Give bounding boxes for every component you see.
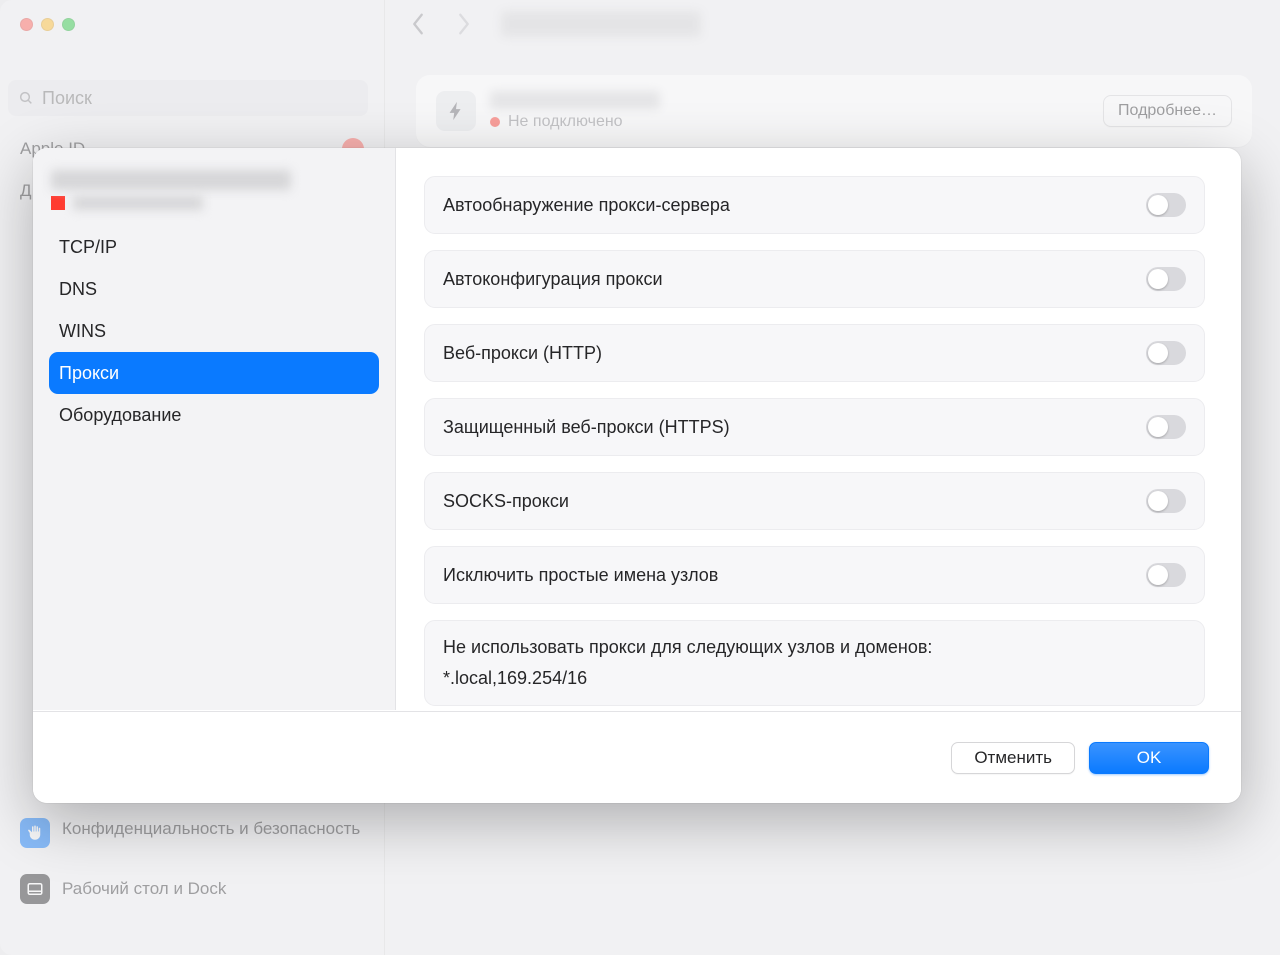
row-http-proxy: Веб-прокси (HTTP) [424,324,1205,382]
row-exclude-simple: Исключить простые имена узлов [424,546,1205,604]
tab-wins[interactable]: WINS [49,310,379,352]
proxy-options-pane: Автообнаружение прокси-сервера Автоконфи… [396,148,1241,710]
row-auto-config: Автоконфигурация прокси [424,250,1205,308]
bypass-value: *.local,169.254/16 [443,668,1186,689]
toggle-https-proxy[interactable] [1146,415,1186,439]
status-indicator-icon [51,196,65,210]
row-socks-proxy: SOCKS-прокси [424,472,1205,530]
toggle-label: Автообнаружение прокси-сервера [443,195,730,216]
tab-tcpip[interactable]: TCP/IP [49,226,379,268]
interface-status-redacted [73,196,203,210]
tab-proxies[interactable]: Прокси [49,352,379,394]
toggle-label: Защищенный веб-прокси (HTTPS) [443,417,730,438]
toggle-exclude-simple[interactable] [1146,563,1186,587]
interface-name-redacted [51,170,291,190]
toggle-http-proxy[interactable] [1146,341,1186,365]
proxy-settings-sheet: TCP/IP DNS WINS Прокси Оборудование Авто… [33,148,1241,803]
toggle-auto-discovery[interactable] [1146,193,1186,217]
toggle-auto-config[interactable] [1146,267,1186,291]
toggle-label: SOCKS-прокси [443,491,569,512]
sheet-sidebar: TCP/IP DNS WINS Прокси Оборудование [33,148,396,710]
tab-hardware[interactable]: Оборудование [49,394,379,436]
interface-status-line [51,196,377,210]
row-https-proxy: Защищенный веб-прокси (HTTPS) [424,398,1205,456]
cancel-button[interactable]: Отменить [951,742,1075,774]
toggle-label: Исключить простые имена узлов [443,565,718,586]
bypass-hosts-box[interactable]: Не использовать прокси для следующих узл… [424,620,1205,706]
tab-dns[interactable]: DNS [49,268,379,310]
toggle-socks-proxy[interactable] [1146,489,1186,513]
toggle-label: Веб-прокси (HTTP) [443,343,602,364]
toggle-label: Автоконфигурация прокси [443,269,663,290]
sheet-footer: Отменить OK [33,711,1241,803]
bypass-title: Не использовать прокси для следующих узл… [443,637,1186,658]
row-auto-discovery: Автообнаружение прокси-сервера [424,176,1205,234]
ok-button[interactable]: OK [1089,742,1209,774]
